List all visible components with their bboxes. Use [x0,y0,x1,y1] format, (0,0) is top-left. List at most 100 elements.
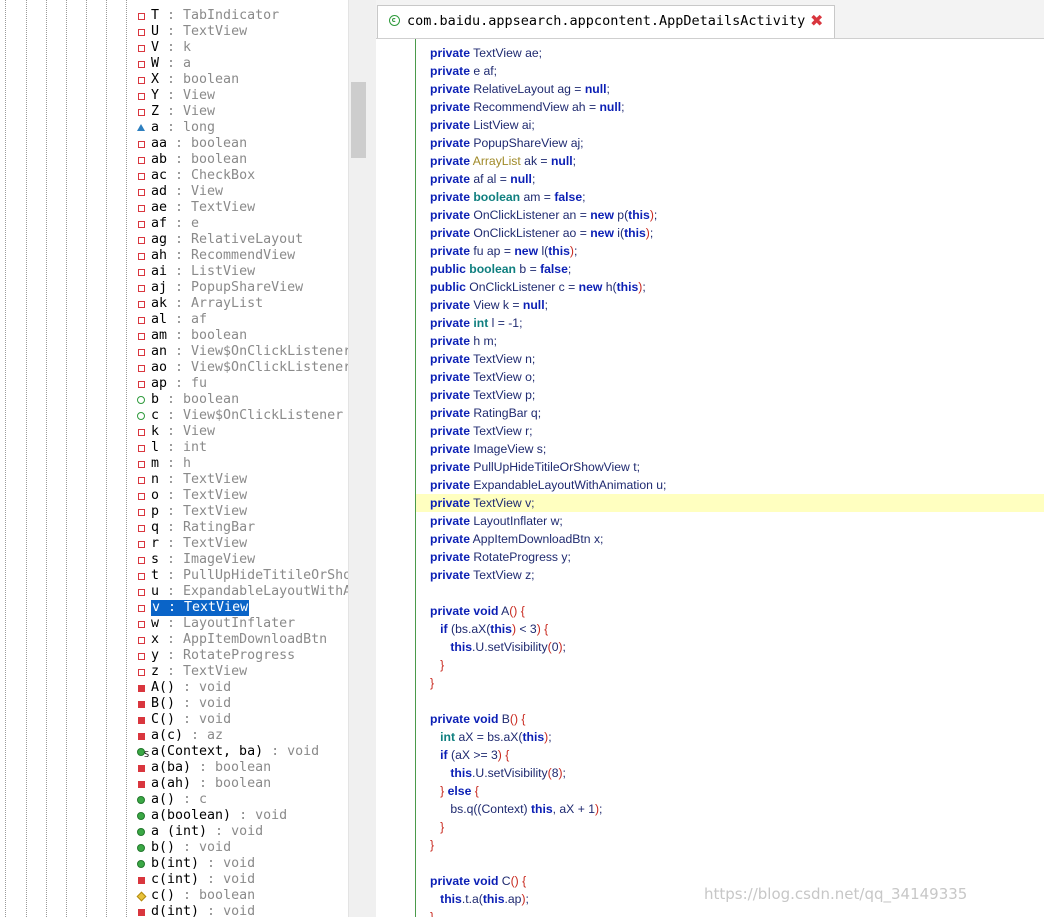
close-icon[interactable]: ✖ [810,12,823,30]
outline-item[interactable]: a(c) : az [137,728,223,744]
outline-item[interactable]: T : TabIndicator [137,8,279,24]
outline-item[interactable]: Y : View [137,88,215,104]
code-line[interactable]: private RatingBar q; [430,404,541,422]
outline-item[interactable]: a (int) : void [137,824,263,840]
scrollbar-thumb[interactable] [351,82,366,158]
outline-item[interactable]: d(int) : void [137,904,255,917]
outline-item[interactable]: C() : void [137,712,231,728]
code-line[interactable]: int aX = bs.aX(this); [430,728,551,746]
code-line[interactable]: } [430,674,434,692]
code-line[interactable]: } [430,836,434,854]
outline-item[interactable]: q : RatingBar [137,520,255,536]
outline-item[interactable]: p : TextView [137,504,247,520]
outline-item[interactable]: ab : boolean [137,152,247,168]
outline-item[interactable]: X : boolean [137,72,239,88]
code-line[interactable]: private e af; [430,62,497,80]
code-line[interactable]: private View k = null; [430,296,548,314]
outline-item[interactable]: z : TextView [137,664,247,680]
outline-item[interactable]: ag : RelativeLayout [137,232,303,248]
code-line[interactable]: } [430,818,444,836]
outline-item[interactable]: B() : void [137,696,231,712]
code-line[interactable]: private ExpandableLayoutWithAnimation u; [430,476,666,494]
code-line[interactable]: this.U.setVisibility(0); [430,638,566,656]
outline-item[interactable]: Sa(Context, ba) : void [137,744,319,760]
code-line[interactable]: this.t.a(this.ap); [430,890,529,908]
outline-item[interactable]: a(boolean) : void [137,808,287,824]
outline-item[interactable]: u : ExpandableLayoutWithA [137,584,351,600]
outline-item[interactable]: m : h [137,456,191,472]
code-line[interactable]: private ListView ai; [430,116,535,134]
panel-splitter[interactable] [368,0,376,917]
code-line[interactable]: private void C() { [430,872,526,890]
outline-item[interactable]: ap : fu [137,376,207,392]
outline-item[interactable]: ak : ArrayList [137,296,263,312]
outline-item[interactable]: x : AppItemDownloadBtn [137,632,327,648]
code-line[interactable]: private TextView n; [430,350,535,368]
code-line[interactable]: private af al = null; [430,170,535,188]
outline-item[interactable]: c() : boolean [136,888,255,904]
code-line[interactable]: private TextView p; [430,386,535,404]
code-line[interactable]: private fu ap = new l(this); [430,242,577,260]
code-line[interactable]: bs.q((Context) this, aX + 1); [430,800,602,818]
outline-item[interactable]: ad : View [137,184,223,200]
code-line[interactable]: private TextView r; [430,422,533,440]
outline-item[interactable]: ao : View$OnClickListener [137,360,351,376]
outline-item[interactable]: t : PullUpHideTitileOrSho [137,568,351,584]
outline-item[interactable]: ae : TextView [137,200,255,216]
outline-item[interactable]: al : af [137,312,207,328]
outline-item[interactable]: o : TextView [137,488,247,504]
code-line[interactable]: private ArrayList ak = null; [430,152,576,170]
outline-item[interactable]: k : View [137,424,215,440]
code-line[interactable]: private int l = -1; [430,314,522,332]
code-line[interactable]: private ImageView s; [430,440,546,458]
outline-item[interactable]: b() : void [137,840,231,856]
code-line[interactable]: private h m; [430,332,497,350]
code-line[interactable]: public OnClickListener c = new h(this); [430,278,646,296]
outline-item[interactable]: a(ba) : boolean [137,760,271,776]
outline-item[interactable]: v : TextView [137,600,250,616]
outline-item[interactable]: ai : ListView [137,264,255,280]
code-line[interactable]: private RotateProgress y; [430,548,571,566]
code-line[interactable]: private TextView z; [430,566,535,584]
code-line[interactable]: private TextView ae; [430,44,542,62]
code-line[interactable]: private PopupShareView aj; [430,134,584,152]
code-line[interactable]: private PullUpHideTitileOrShowView t; [430,458,640,476]
code-line[interactable]: public boolean b = false; [430,260,571,278]
outline-item[interactable]: aj : PopupShareView [137,280,303,296]
outline-item[interactable]: y : RotateProgress [137,648,295,664]
outline-item[interactable]: a(ah) : boolean [137,776,271,792]
outline-item[interactable]: am : boolean [137,328,247,344]
outline-item[interactable]: a() : c [137,792,207,808]
outline-item[interactable]: b(int) : void [137,856,255,872]
code-line[interactable]: private LayoutInflater w; [430,512,563,530]
outline-item[interactable]: aa : boolean [137,136,247,152]
code-line[interactable]: if (aX >= 3) { [430,746,509,764]
code-line[interactable]: } [430,908,434,917]
code-line[interactable]: private RecommendView ah = null; [430,98,625,116]
outline-item[interactable]: c(int) : void [137,872,255,888]
code-line[interactable]: private TextView v; [430,494,535,512]
code-line[interactable]: } else { [430,782,479,800]
outline-item[interactable]: U : TextView [137,24,247,40]
outline-item[interactable]: w : LayoutInflater [137,616,295,632]
outline-item[interactable]: ac : CheckBox [137,168,255,184]
outline-item[interactable]: Z : View [137,104,215,120]
code-line[interactable]: } [430,656,444,674]
outline-item[interactable]: V : k [137,40,191,56]
code-line[interactable]: private RelativeLayout ag = null; [430,80,610,98]
code-line[interactable]: private boolean am = false; [430,188,585,206]
outline-item[interactable]: W : a [137,56,191,72]
code-line[interactable]: this.U.setVisibility(8); [430,764,566,782]
outline-item[interactable]: s : ImageView [137,552,255,568]
outline-item[interactable]: r : TextView [137,536,247,552]
code-line[interactable]: private AppItemDownloadBtn x; [430,530,603,548]
outline-item[interactable]: af : e [137,216,199,232]
outline-item[interactable]: ah : RecommendView [137,248,295,264]
outline-item[interactable]: b : boolean [137,392,239,408]
code-editor[interactable]: com.baidu.appsearch.appcontent.AppDetail… [376,0,1044,917]
outline-panel[interactable]: T : TabIndicator U : TextView V : kW : aX … [0,0,368,917]
editor-tab-appdetailsactivity[interactable]: com.baidu.appsearch.appcontent.AppDetail… [377,5,835,38]
outline-scrollbar[interactable] [348,0,368,917]
code-area[interactable]: private TextView ae; private e af; private… [376,39,1044,917]
outline-item[interactable]: n : TextView [137,472,247,488]
